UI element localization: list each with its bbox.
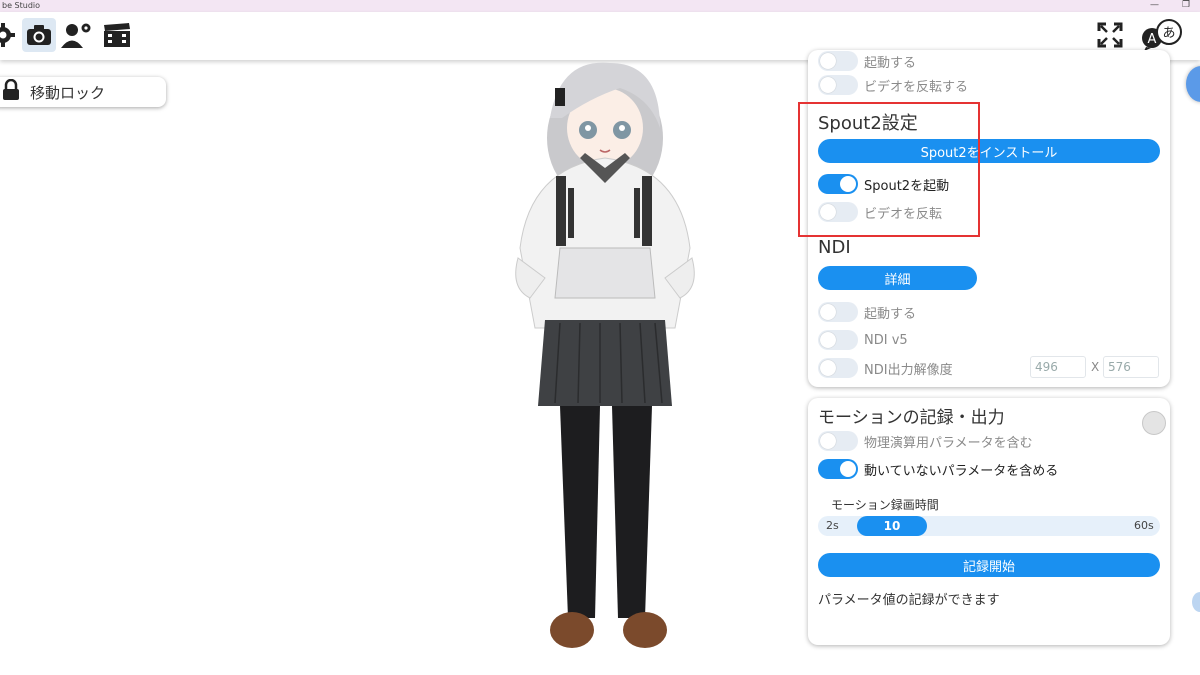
record-status-text: パラメータ値の記録ができます xyxy=(818,593,1000,608)
ndi-width-field[interactable]: 496 xyxy=(1030,356,1086,378)
duration-slider-knob[interactable]: 10 xyxy=(857,516,927,536)
ndi-height-field[interactable]: 576 xyxy=(1103,356,1159,378)
video-flip-toggle[interactable] xyxy=(818,75,858,95)
partial-start-row[interactable]: 起動する xyxy=(818,50,916,72)
gear-icon[interactable] xyxy=(0,18,20,52)
partial-start-label: 起動する xyxy=(864,55,917,71)
ndi-start-row[interactable]: 起動する xyxy=(818,301,916,323)
language-icon[interactable]: A あ xyxy=(1138,18,1186,52)
motion-section-title: モーションの記録・出力 xyxy=(818,408,1005,428)
ndi-v5-row[interactable]: NDI v5 xyxy=(818,329,908,351)
scroll-top-button[interactable] xyxy=(1186,66,1200,102)
move-lock-button[interactable]: 移動ロック xyxy=(0,77,166,107)
physics-label: 物理演算用パラメータを含む xyxy=(864,435,1033,451)
move-lock-label: 移動ロック xyxy=(30,83,106,102)
camera-icon[interactable] xyxy=(22,18,56,52)
static-params-toggle[interactable] xyxy=(818,459,858,479)
ndi-start-label: 起動する xyxy=(864,306,917,322)
spout-highlight-box xyxy=(798,102,980,237)
video-flip-label: ビデオを反転する xyxy=(864,79,969,95)
duration-min-label: 2s xyxy=(826,519,839,532)
ndi-v5-toggle[interactable] xyxy=(818,330,858,350)
clapperboard-icon[interactable] xyxy=(100,18,134,52)
duration-max-label: 60s xyxy=(1134,519,1154,532)
partial-start-toggle[interactable] xyxy=(818,51,858,71)
title-bar: be Studio — ❐ xyxy=(0,0,1200,12)
ndi-details-button[interactable]: 詳細 xyxy=(818,266,977,290)
svg-text:A: A xyxy=(1148,32,1157,47)
ndi-v5-label: NDI v5 xyxy=(864,332,908,348)
user-settings-icon[interactable] xyxy=(60,18,94,52)
record-start-button[interactable]: 記録開始 xyxy=(818,553,1160,577)
ndi-start-toggle[interactable] xyxy=(818,302,858,322)
ndi-resolution-row[interactable]: NDI出力解像度 xyxy=(818,357,953,379)
physics-row[interactable]: 物理演算用パラメータを含む xyxy=(818,430,1033,452)
maximize-button[interactable]: ❐ xyxy=(1182,0,1190,11)
edge-handle-icon[interactable] xyxy=(1192,592,1200,612)
static-params-label: 動いていないパラメータを含める xyxy=(864,463,1059,479)
window-title: be Studio xyxy=(2,1,41,10)
svg-text:あ: あ xyxy=(1162,26,1175,41)
ndi-resolution-separator: X xyxy=(1091,360,1100,374)
ndi-resolution-toggle[interactable] xyxy=(818,358,858,378)
ndi-resolution-label: NDI出力解像度 xyxy=(864,362,953,378)
duration-label: モーション録画時間 xyxy=(831,498,939,512)
physics-toggle[interactable] xyxy=(818,431,858,451)
ndi-section-title: NDI xyxy=(818,237,851,258)
static-params-row[interactable]: 動いていないパラメータを含める xyxy=(818,458,1058,480)
avatar-model[interactable] xyxy=(500,58,720,658)
record-indicator-button[interactable] xyxy=(1142,411,1166,435)
lock-icon xyxy=(2,78,20,105)
fullscreen-icon[interactable] xyxy=(1093,18,1127,52)
minimize-button[interactable]: — xyxy=(1150,0,1159,11)
video-flip-row[interactable]: ビデオを反転する xyxy=(818,74,968,96)
